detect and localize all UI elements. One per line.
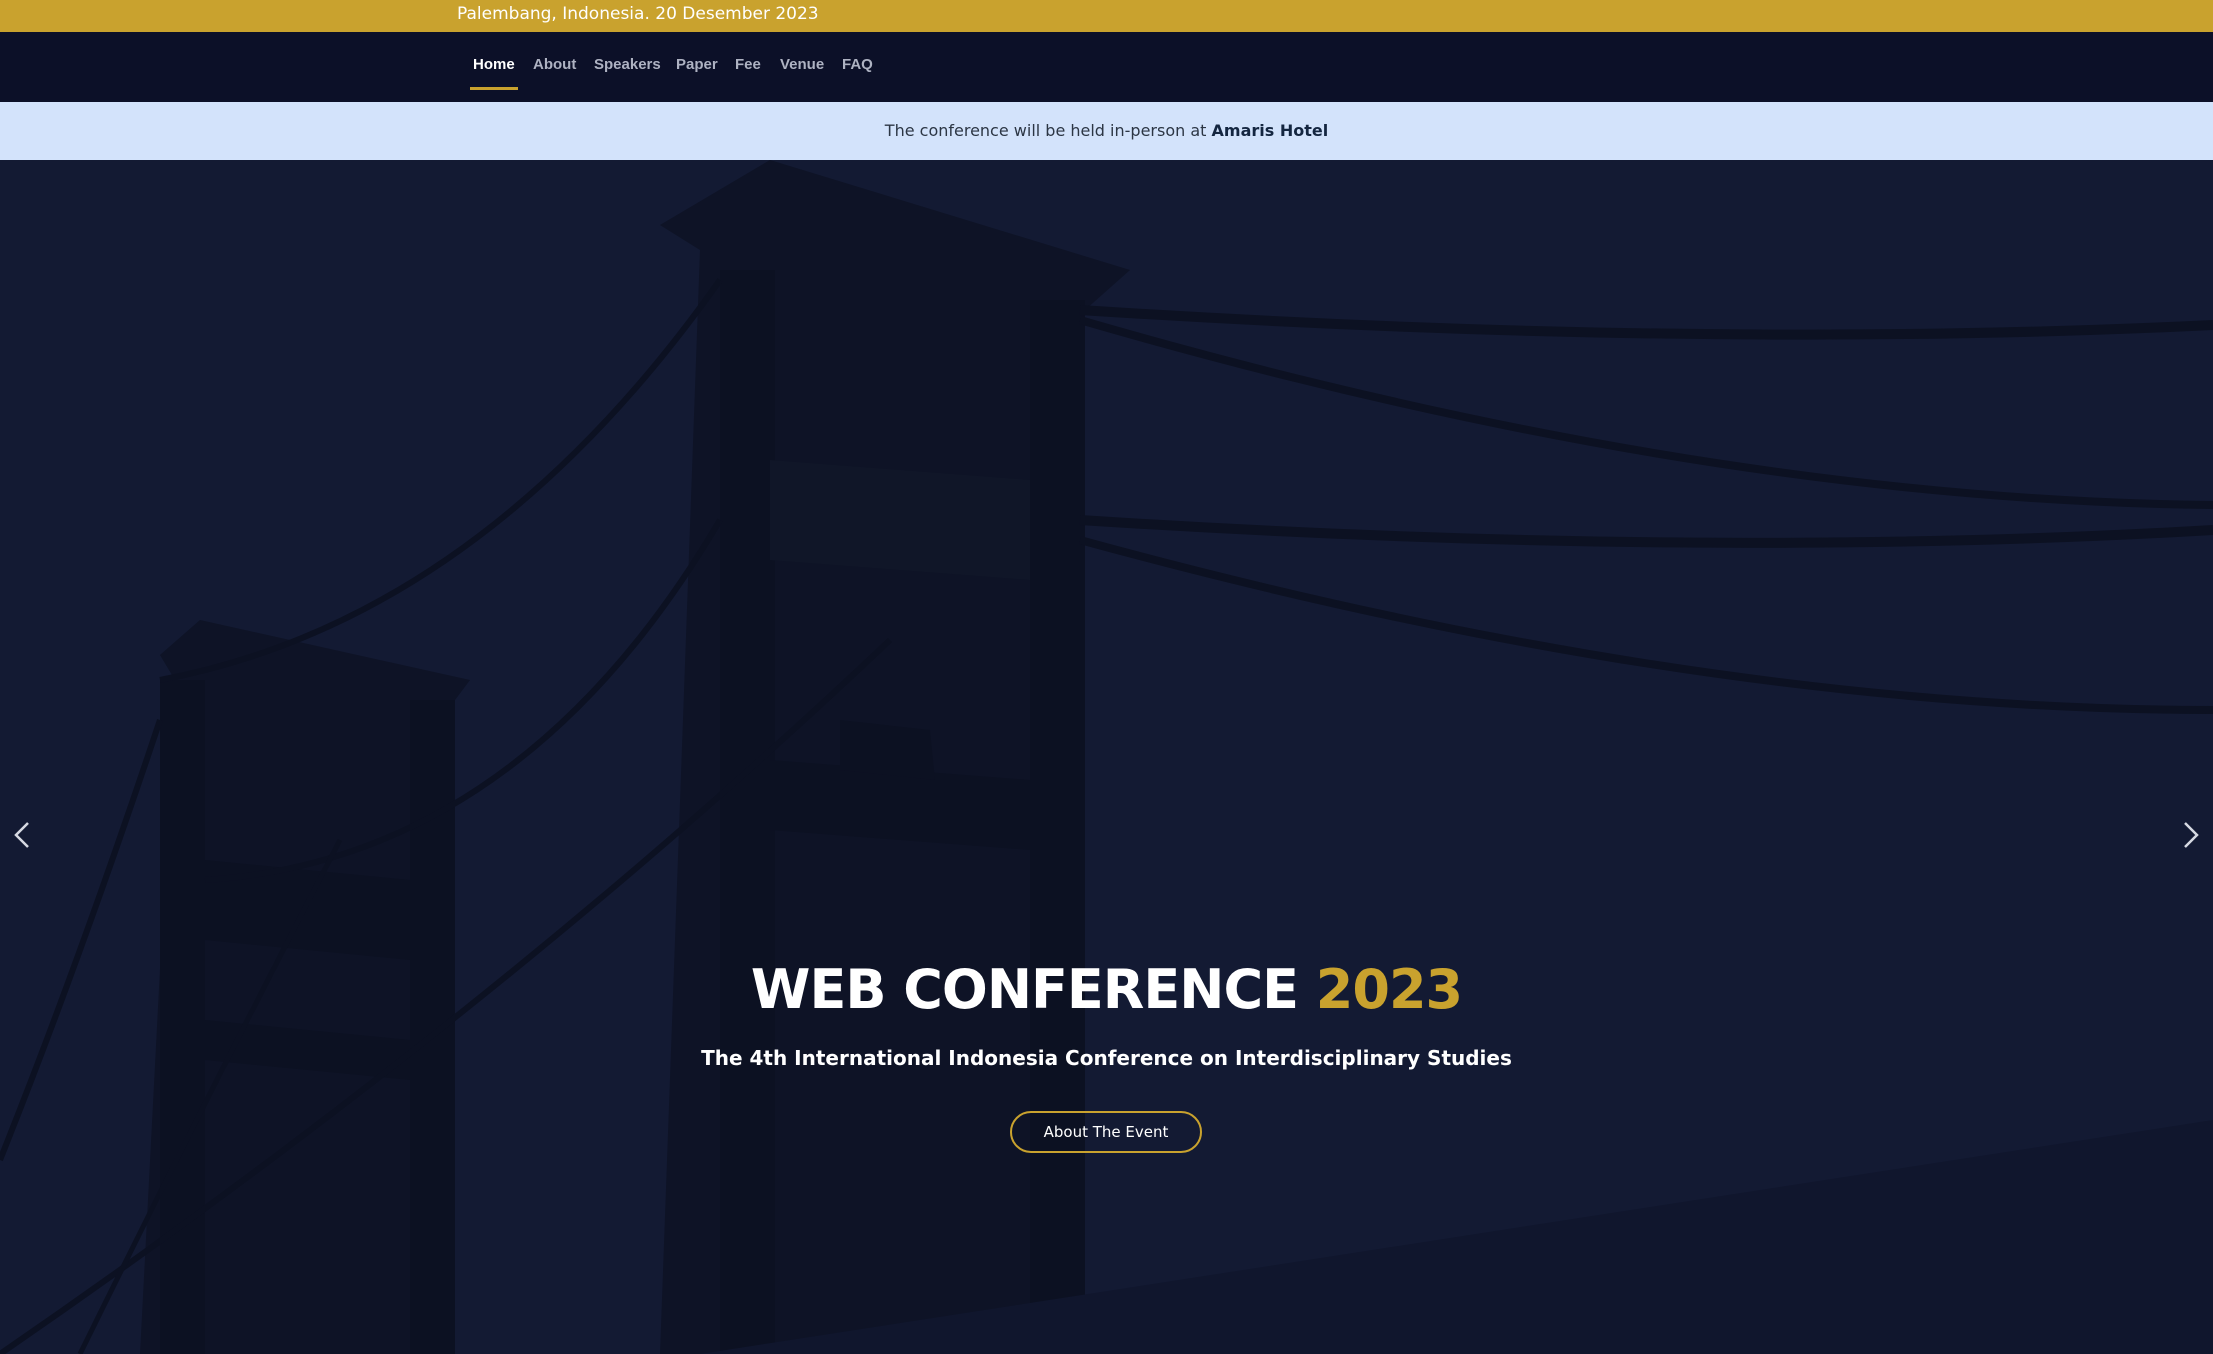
- hero-background-image: [0, 160, 2213, 1354]
- carousel-next-button[interactable]: [2175, 815, 2205, 855]
- announcement-venue[interactable]: Amaris Hotel: [1212, 121, 1329, 140]
- location-date-text: Palembang, Indonesia. 20 Desember 2023: [457, 4, 819, 24]
- carousel-prev-button[interactable]: [8, 815, 38, 855]
- hero-carousel: WEB CONFERENCE 2023 The 4th Internationa…: [0, 160, 2213, 1354]
- hero-title: WEB CONFERENCE 2023: [0, 958, 2213, 1021]
- nav-item-speakers[interactable]: Speakers: [594, 56, 661, 73]
- hero-subtitle: The 4th International Indonesia Conferen…: [701, 1046, 1512, 1070]
- main-navbar: Home About Speakers Paper Fee Venue FAQ: [0, 32, 2213, 102]
- chevron-right-icon: [2184, 822, 2199, 848]
- nav-item-venue[interactable]: Venue: [780, 56, 824, 73]
- nav-item-faq[interactable]: FAQ: [842, 56, 873, 73]
- nav-item-home[interactable]: Home: [473, 56, 515, 73]
- active-nav-indicator: [470, 87, 518, 90]
- top-info-bar: Palembang, Indonesia. 20 Desember 2023: [0, 0, 2213, 32]
- chevron-left-icon: [14, 822, 29, 848]
- announcement-text: The conference will be held in-person at: [884, 121, 1207, 140]
- nav-item-fee[interactable]: Fee: [735, 56, 761, 73]
- announcement-banner: The conference will be held in-person at…: [0, 102, 2213, 160]
- about-event-button[interactable]: About The Event: [1010, 1111, 1202, 1153]
- hero-title-main: WEB CONFERENCE: [750, 958, 1299, 1021]
- hero-title-year: 2023: [1315, 958, 1463, 1021]
- nav-item-about[interactable]: About: [533, 56, 576, 73]
- nav-item-paper[interactable]: Paper: [676, 56, 718, 73]
